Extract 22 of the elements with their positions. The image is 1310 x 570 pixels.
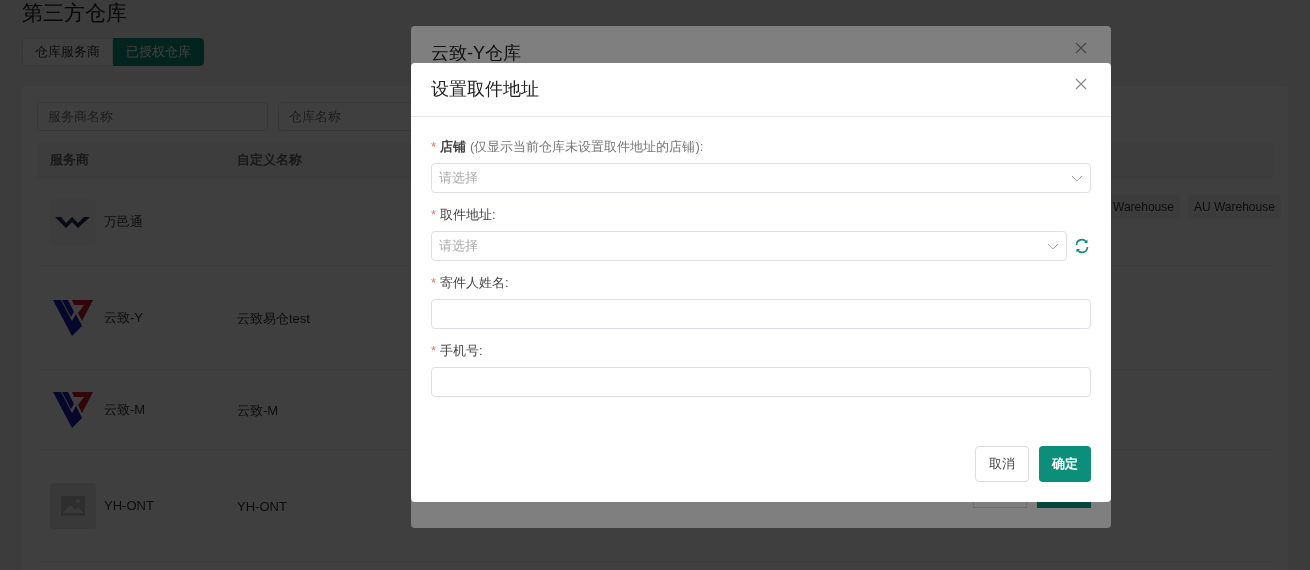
chevron-down-icon: [1071, 174, 1083, 182]
field-label: 店铺: [440, 138, 467, 157]
required-mark: *: [431, 206, 437, 225]
refresh-icon[interactable]: [1073, 238, 1091, 254]
dialog-title: 设置取件地址: [431, 78, 539, 101]
required-mark: *: [431, 342, 437, 361]
field-label: 手机号:: [440, 342, 483, 361]
select-field[interactable]: 请选择: [431, 231, 1067, 261]
chevron-down-icon: [1047, 242, 1059, 250]
input-field[interactable]: [431, 367, 1091, 397]
field-label: 寄件人姓名:: [440, 274, 509, 293]
close-icon[interactable]: [1075, 41, 1087, 54]
input-field[interactable]: [431, 299, 1091, 329]
required-mark: *: [431, 138, 437, 157]
dialog-title: 云致-Y仓库: [431, 42, 521, 65]
required-mark: *: [431, 274, 437, 293]
close-icon[interactable]: [1075, 77, 1087, 90]
field-label: 取件地址:: [440, 206, 496, 225]
cancel-button[interactable]: 取消: [975, 446, 1029, 482]
confirm-button[interactable]: 确定: [1039, 446, 1091, 482]
select-field[interactable]: 请选择: [431, 163, 1091, 193]
field-note: (仅显示当前仓库未设置取件地址的店铺):: [470, 138, 704, 157]
